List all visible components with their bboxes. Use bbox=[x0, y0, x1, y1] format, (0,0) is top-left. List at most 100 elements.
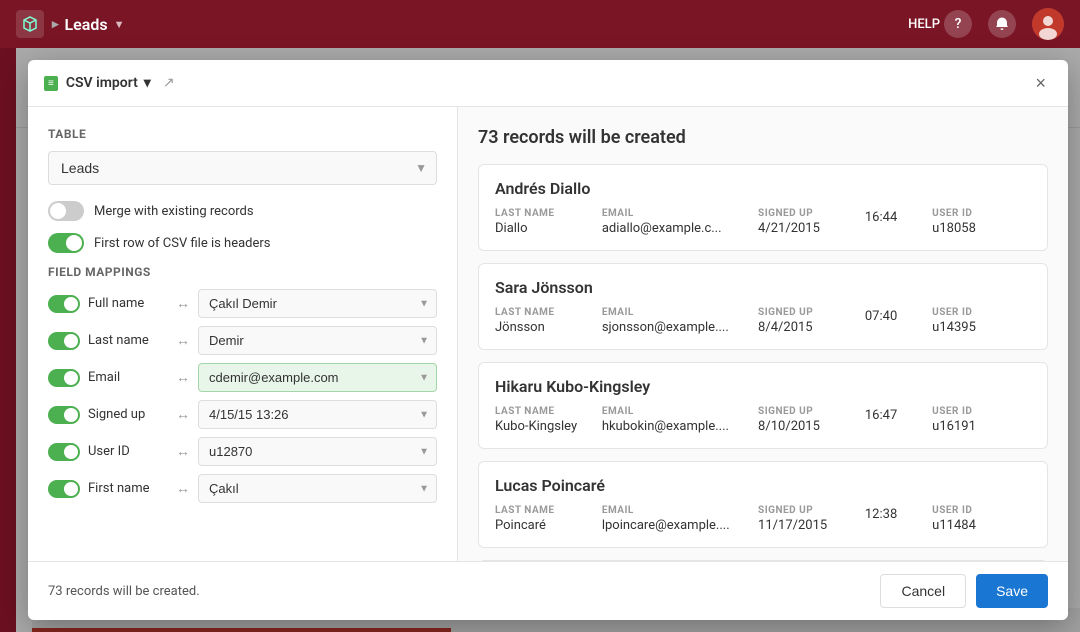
mapping-select-wrapper-last-name: Demir ▼ bbox=[198, 326, 437, 355]
user-id-header-andres: USER ID bbox=[932, 208, 1031, 219]
modal-title-text: CSV import bbox=[66, 75, 138, 91]
last-name-value-andres: Diallo bbox=[495, 221, 594, 236]
mapping-toggle-last-name[interactable] bbox=[48, 332, 80, 350]
record-card-andres-diallo: Andrés Diallo LAST NAME Diallo EMAIL adi… bbox=[478, 164, 1048, 251]
mapping-select-full-name[interactable]: Çakıl Demir bbox=[198, 289, 437, 318]
csv-import-modal: ≡ CSV import ▾ ↗ × Table L bbox=[28, 60, 1068, 620]
mapping-select-user-id[interactable]: u12870 bbox=[198, 437, 437, 466]
topnav-title: ▸ Leads ▼ bbox=[52, 15, 125, 34]
mapping-select-last-name[interactable]: Demir bbox=[198, 326, 437, 355]
last-name-value-sara: Jönsson bbox=[495, 320, 594, 335]
signed-up-col-andres: SIGNED UP 4/21/2015 bbox=[758, 208, 857, 236]
email-value-hikaru: hkubokin@example.... bbox=[602, 419, 750, 434]
mapping-arrow-email: ↔ bbox=[176, 369, 190, 386]
last-name-header-sara: LAST NAME bbox=[495, 307, 594, 318]
last-name-col-sara: LAST NAME Jönsson bbox=[495, 307, 594, 335]
last-name-col-andres: LAST NAME Diallo bbox=[495, 208, 594, 236]
record-fields-sara-jonsson: LAST NAME Jönsson EMAIL sjonsson@example… bbox=[495, 307, 1031, 335]
help-icon[interactable]: ? bbox=[944, 10, 972, 38]
time-col-lucas: 12:38 bbox=[865, 505, 924, 533]
time-col-hikaru: 16:47 bbox=[865, 406, 924, 434]
modal-close-button[interactable]: × bbox=[1029, 72, 1052, 94]
merge-toggle[interactable] bbox=[48, 201, 84, 221]
modal-title: CSV import ▾ bbox=[66, 75, 151, 91]
user-id-col-lucas: USER ID u11484 bbox=[932, 505, 1031, 533]
signed-up-value-hikaru: 8/10/2015 bbox=[758, 419, 857, 434]
cancel-button[interactable]: Cancel bbox=[880, 574, 966, 608]
mapping-toggle-first-name[interactable] bbox=[48, 480, 80, 498]
notification-bell-icon[interactable] bbox=[988, 10, 1016, 38]
email-value-sara: sjonsson@example.... bbox=[602, 320, 750, 335]
user-id-header-lucas: USER ID bbox=[932, 505, 1031, 516]
modal-title-dropdown-icon[interactable]: ▾ bbox=[144, 75, 151, 91]
time-value-sara: 07:40 bbox=[865, 309, 924, 324]
signed-up-value-andres: 4/21/2015 bbox=[758, 221, 857, 236]
mapping-field-first-name: First name bbox=[88, 481, 168, 496]
mapping-row-full-name: Full name ↔ Çakıl Demir ▼ bbox=[48, 289, 437, 318]
user-id-col-andres: USER ID u18058 bbox=[932, 208, 1031, 236]
signed-up-col-sara: SIGNED UP 8/4/2015 bbox=[758, 307, 857, 335]
mapping-row-last-name: Last name ↔ Demir ▼ bbox=[48, 326, 437, 355]
modal-right-panel: 73 records will be created Andrés Diallo… bbox=[458, 107, 1068, 561]
topnav-title-text: Leads bbox=[65, 15, 108, 34]
modal-body: Table Leads ▼ Merge with existing record… bbox=[28, 107, 1068, 561]
mapping-arrow-last-name: ↔ bbox=[176, 332, 190, 349]
mapping-field-last-name: Last name bbox=[88, 333, 168, 348]
user-id-value-hikaru: u16191 bbox=[932, 419, 1031, 434]
mapping-field-signed-up: Signed up bbox=[88, 407, 168, 422]
records-count-header: 73 records will be created bbox=[478, 127, 1048, 148]
record-card-hikaru-kubo: Hikaru Kubo-Kingsley LAST NAME Kubo-King… bbox=[478, 362, 1048, 449]
sidebar bbox=[0, 48, 16, 632]
record-name-hikaru-kubo: Hikaru Kubo-Kingsley bbox=[495, 377, 1031, 396]
merge-toggle-row: Merge with existing records bbox=[48, 201, 437, 221]
topnav-left: ▸ Leads ▼ bbox=[16, 10, 125, 38]
record-fields-lucas-poincare: LAST NAME Poincaré EMAIL lpoincare@examp… bbox=[495, 505, 1031, 533]
email-header-andres: EMAIL bbox=[602, 208, 750, 219]
topnav-icon: ▸ bbox=[52, 17, 59, 32]
mapping-toggle-signed-up[interactable] bbox=[48, 406, 80, 424]
mapping-arrow-first-name: ↔ bbox=[176, 480, 190, 497]
footer-status: 73 records will be created. bbox=[48, 584, 200, 599]
modal-left-panel: Table Leads ▼ Merge with existing record… bbox=[28, 107, 458, 561]
email-col-sara: EMAIL sjonsson@example.... bbox=[602, 307, 750, 335]
mapping-arrow-signed-up: ↔ bbox=[176, 406, 190, 423]
signed-up-header-hikaru: SIGNED UP bbox=[758, 406, 857, 417]
mapping-toggle-full-name[interactable] bbox=[48, 295, 80, 313]
mapping-select-signed-up[interactable]: 4/15/15 13:26 bbox=[198, 400, 437, 429]
mapping-select-wrapper-user-id: u12870 ▼ bbox=[198, 437, 437, 466]
last-name-value-lucas: Poincaré bbox=[495, 518, 594, 533]
avatar[interactable] bbox=[1032, 8, 1064, 40]
mapping-arrow-full-name: ↔ bbox=[176, 295, 190, 312]
signed-up-header-lucas: SIGNED UP bbox=[758, 505, 857, 516]
table-select[interactable]: Leads bbox=[48, 151, 437, 185]
email-value-lucas: lpoincare@example.... bbox=[602, 518, 750, 533]
help-button[interactable]: HELP ? bbox=[908, 10, 972, 38]
user-id-value-sara: u14395 bbox=[932, 320, 1031, 335]
topnav-dropdown-arrow[interactable]: ▼ bbox=[114, 18, 125, 31]
record-name-lucas-poincare: Lucas Poincaré bbox=[495, 476, 1031, 495]
app-logo-icon bbox=[16, 10, 44, 38]
save-button[interactable]: Save bbox=[976, 574, 1048, 608]
last-name-header-lucas: LAST NAME bbox=[495, 505, 594, 516]
modal-header-left: ≡ CSV import ▾ ↗ bbox=[44, 75, 175, 91]
topnav-right: HELP ? bbox=[908, 8, 1064, 40]
mapping-toggle-email[interactable] bbox=[48, 369, 80, 387]
headers-toggle[interactable] bbox=[48, 233, 84, 253]
signed-up-col-lucas: SIGNED UP 11/17/2015 bbox=[758, 505, 857, 533]
mapping-select-wrapper-first-name: Çakıl ▼ bbox=[198, 474, 437, 503]
mapping-row-first-name: First name ↔ Çakıl ▼ bbox=[48, 474, 437, 503]
mapping-toggle-user-id[interactable] bbox=[48, 443, 80, 461]
external-link-icon[interactable]: ↗ bbox=[163, 75, 175, 91]
time-value-hikaru: 16:47 bbox=[865, 408, 924, 423]
mapping-select-email[interactable]: cdemir@example.com bbox=[198, 363, 437, 392]
record-name-sara-jonsson: Sara Jönsson bbox=[495, 278, 1031, 297]
table-section-label: Table bbox=[48, 127, 437, 141]
mapping-select-first-name[interactable]: Çakıl bbox=[198, 474, 437, 503]
table-select-wrapper: Leads ▼ bbox=[48, 151, 437, 185]
headers-toggle-row: First row of CSV file is headers bbox=[48, 233, 437, 253]
email-col-lucas: EMAIL lpoincare@example.... bbox=[602, 505, 750, 533]
last-name-col-lucas: LAST NAME Poincaré bbox=[495, 505, 594, 533]
last-name-header-andres: LAST NAME bbox=[495, 208, 594, 219]
record-card-sara-jonsson: Sara Jönsson LAST NAME Jönsson EMAIL sjo… bbox=[478, 263, 1048, 350]
help-label: HELP bbox=[908, 17, 940, 32]
